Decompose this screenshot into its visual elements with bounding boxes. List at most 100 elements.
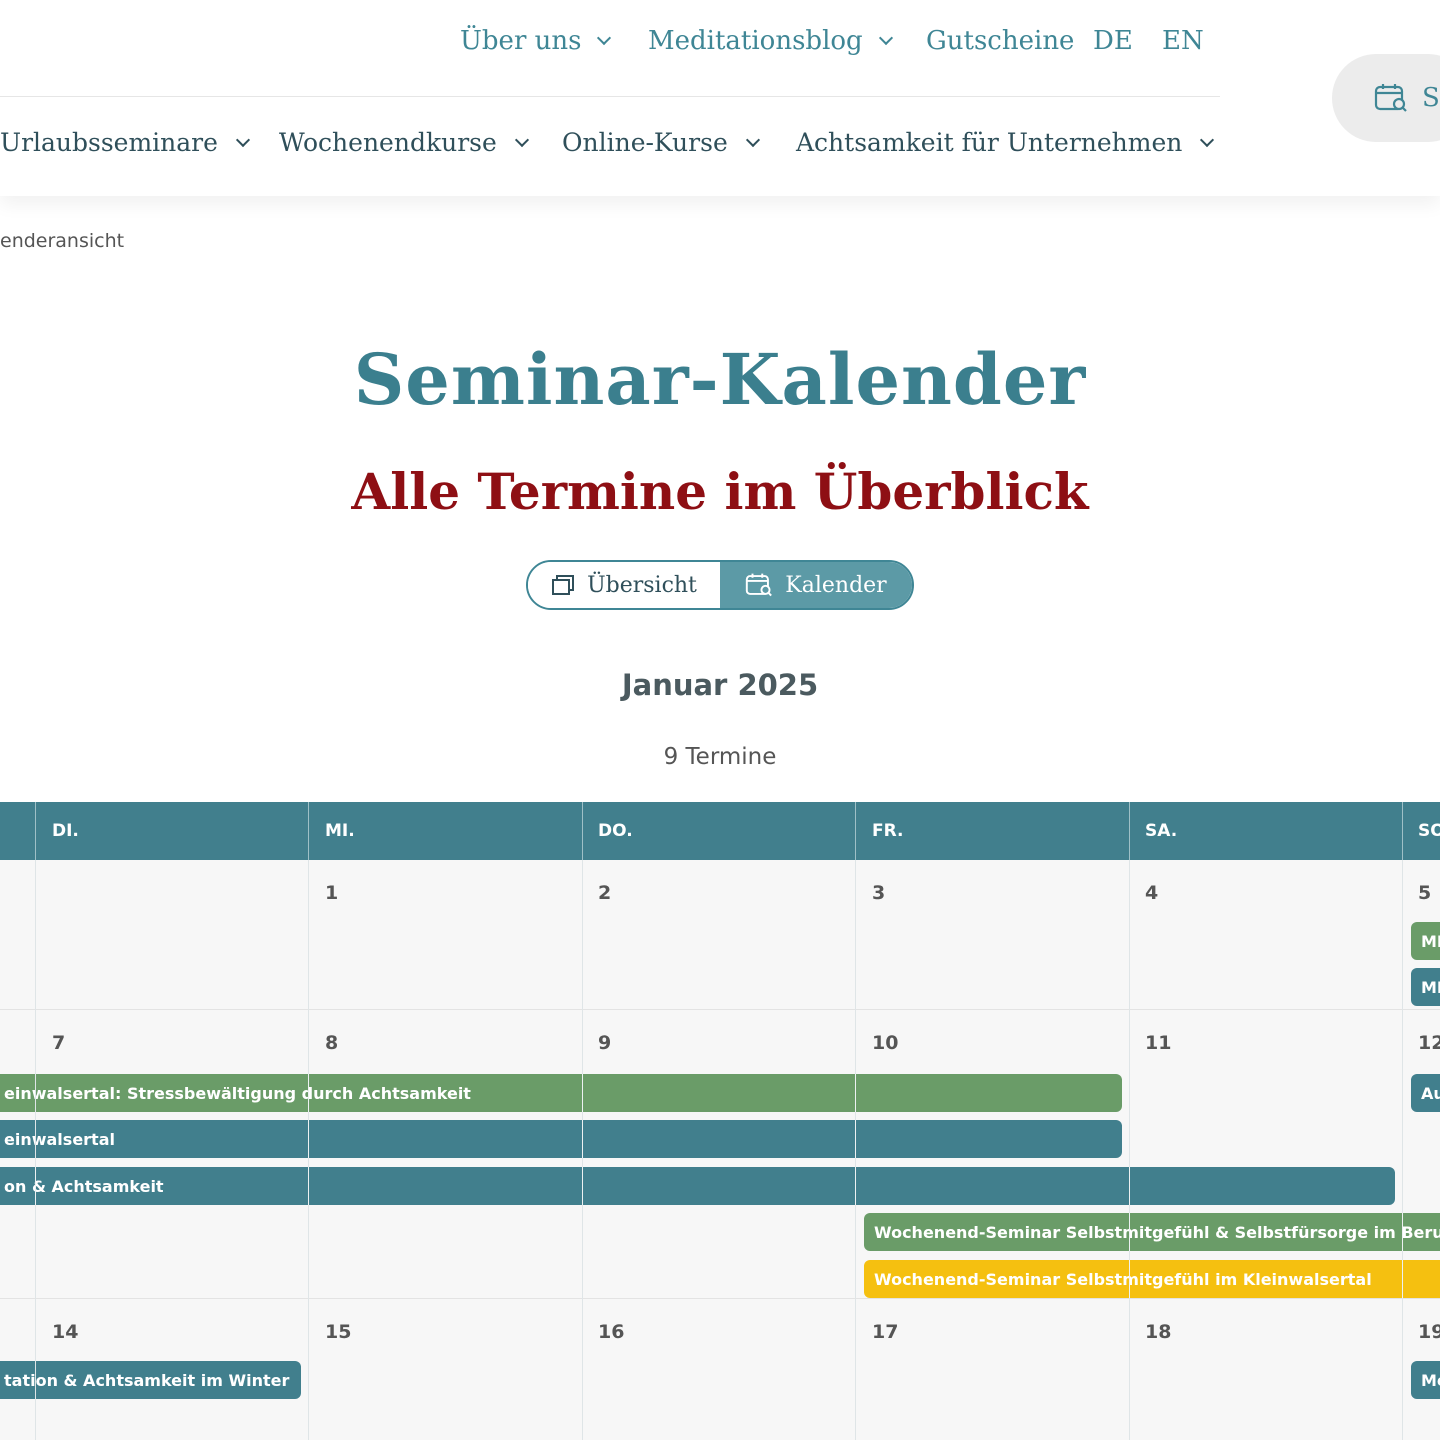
day-number[interactable]: 14 — [52, 1321, 78, 1343]
view-toggle: Übersicht Kalender — [526, 560, 914, 610]
calendar-view-button[interactable]: Kalender — [720, 562, 912, 608]
nav-about-us-label: Über uns — [460, 26, 582, 56]
day-number[interactable]: 8 — [325, 1032, 338, 1054]
site-header: Über uns Meditationsblog Gutscheine DE E… — [0, 0, 1440, 196]
event-column-line — [308, 1167, 309, 1205]
calendar-header-row: DI. MI. DO. FR. SA. SO — [0, 802, 1440, 860]
day-header-fri: FR. — [872, 821, 904, 841]
header-divider — [1129, 802, 1130, 860]
event-column-line — [1129, 1213, 1130, 1251]
event-column-line — [582, 1074, 583, 1112]
day-number[interactable]: 2 — [598, 882, 611, 904]
calendar-grid: DI. MI. DO. FR. SA. SO 1 2 3 4 5 MI MI 7… — [0, 802, 1440, 1440]
day-number[interactable]: 19 — [1418, 1321, 1440, 1343]
calendar-event[interactable]: MI — [1411, 968, 1440, 1006]
event-column-line — [582, 1167, 583, 1205]
event-count: 9 Termine — [663, 744, 777, 770]
overview-view-label: Übersicht — [587, 572, 697, 598]
day-number[interactable]: 7 — [52, 1032, 65, 1054]
calendar-event[interactable]: Me — [1411, 1361, 1440, 1399]
seminar-search-button[interactable]: S — [1332, 54, 1440, 142]
column-divider — [1129, 802, 1130, 1440]
nav-holiday-seminars[interactable]: Urlaubsseminare — [0, 128, 251, 157]
nav-weekend-courses-label: Wochenendkurse — [279, 128, 497, 157]
nav-meditation-blog[interactable]: Meditationsblog — [648, 26, 893, 56]
column-divider — [35, 802, 36, 1440]
breadcrumb[interactable]: enderansicht — [0, 230, 124, 252]
event-column-line — [855, 1074, 856, 1112]
day-number[interactable]: 17 — [872, 1321, 898, 1343]
calendar-week-row: 14 15 16 17 18 19 tation & Achtsamkeit i… — [0, 1299, 1440, 1440]
event-column-line — [582, 1120, 583, 1158]
day-header-sat: SA. — [1145, 821, 1178, 841]
event-column-line — [308, 1120, 309, 1158]
calendar-event[interactable]: Wochenend-Seminar Selbstmitgefühl & Selb… — [864, 1213, 1440, 1251]
day-header-tue: DI. — [52, 821, 79, 841]
header-divider — [35, 802, 36, 860]
nav-vouchers[interactable]: Gutscheine — [926, 26, 1074, 56]
lang-de-link[interactable]: DE — [1093, 26, 1133, 56]
calendar-event[interactable]: einwalsertal — [0, 1120, 1122, 1158]
event-title: on & Achtsamkeit — [4, 1176, 164, 1196]
chevron-down-icon — [235, 132, 251, 147]
event-title: tation & Achtsamkeit im Winter — [4, 1370, 290, 1390]
calendar-event[interactable]: on & Achtsamkeit — [0, 1167, 1395, 1205]
chevron-down-icon — [597, 30, 612, 46]
event-title: Me — [1421, 1370, 1440, 1390]
calendar-event[interactable]: tation & Achtsamkeit im Winter — [0, 1361, 301, 1399]
day-number[interactable]: 3 — [872, 882, 885, 904]
event-column-line — [1402, 1213, 1403, 1251]
event-title: Wochenend-Seminar Selbstmitgefühl im Kle… — [874, 1269, 1372, 1289]
calendar-view-label: Kalender — [785, 572, 887, 598]
day-number[interactable]: 10 — [872, 1032, 898, 1054]
day-number[interactable]: 18 — [1145, 1321, 1171, 1343]
event-column-line — [855, 1167, 856, 1205]
calendar-event[interactable]: MI — [1411, 922, 1440, 960]
event-title: einwalsertal: Stressbewältigung durch Ac… — [4, 1083, 471, 1103]
nav-mindfulness-business[interactable]: Achtsamkeit für Unternehmen — [796, 128, 1215, 157]
calendar-search-icon — [746, 573, 773, 597]
calendar-event[interactable]: Au — [1411, 1074, 1440, 1112]
nav-online-courses[interactable]: Online-Kurse — [562, 128, 760, 157]
day-number[interactable]: 9 — [598, 1032, 611, 1054]
nav-weekend-courses[interactable]: Wochenendkurse — [279, 128, 529, 157]
chevron-down-icon — [1200, 132, 1215, 147]
header-divider — [0, 96, 1220, 97]
overview-icon — [552, 575, 575, 595]
day-number[interactable]: 1 — [325, 882, 338, 904]
nav-vouchers-label: Gutscheine — [926, 26, 1075, 56]
event-title: MI — [1421, 931, 1440, 951]
lang-de-label: DE — [1093, 26, 1133, 56]
event-column-line — [1402, 1260, 1403, 1298]
event-title: einwalsertal — [4, 1129, 115, 1149]
lang-en-label: EN — [1162, 26, 1204, 56]
event-title: Au — [1421, 1083, 1440, 1103]
chevron-down-icon — [878, 30, 893, 46]
nav-online-courses-label: Online-Kurse — [562, 128, 728, 157]
day-header-thu: DO. — [598, 821, 633, 841]
calendar-week-row: 7 8 9 10 11 12 einwalsertal: Stressbewäl… — [0, 1010, 1440, 1299]
event-column-line — [1129, 1260, 1130, 1298]
chevron-down-icon — [514, 132, 529, 147]
event-column-line — [855, 1120, 856, 1158]
calendar-event[interactable]: Wochenend-Seminar Selbstmitgefühl im Kle… — [864, 1260, 1440, 1298]
event-column-line — [35, 1167, 36, 1205]
calendar-event[interactable]: einwalsertal: Stressbewältigung durch Ac… — [0, 1074, 1122, 1112]
day-number[interactable]: 11 — [1145, 1032, 1171, 1054]
calendar-month-title: Januar 2025 — [621, 668, 819, 702]
day-number[interactable]: 15 — [325, 1321, 351, 1343]
top-navigation: Über uns Meditationsblog Gutscheine DE E… — [0, 26, 1220, 70]
page-title: Seminar-Kalender — [353, 338, 1087, 421]
header-divider — [582, 802, 583, 860]
day-header-wed: MI. — [325, 821, 355, 841]
day-number[interactable]: 4 — [1145, 882, 1158, 904]
calendar-week-row: 1 2 3 4 5 MI MI — [0, 860, 1440, 1010]
day-number[interactable]: 12 — [1418, 1032, 1440, 1054]
day-number[interactable]: 5 — [1418, 882, 1431, 904]
nav-holiday-seminars-label: Urlaubsseminare — [0, 128, 218, 157]
nav-about-us[interactable]: Über uns — [460, 26, 612, 56]
event-column-line — [1129, 1167, 1130, 1205]
overview-view-button[interactable]: Übersicht — [528, 562, 720, 608]
day-number[interactable]: 16 — [598, 1321, 624, 1343]
lang-en-link[interactable]: EN — [1162, 26, 1204, 56]
